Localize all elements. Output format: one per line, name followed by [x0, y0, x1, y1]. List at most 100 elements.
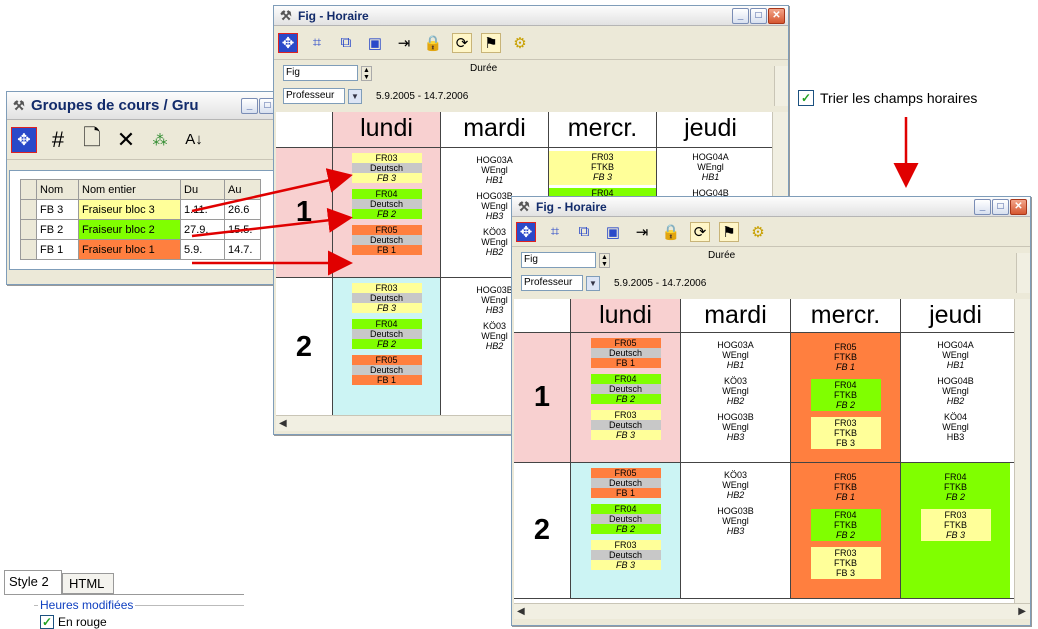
tab-style2[interactable]: Style 2	[4, 570, 62, 594]
minimize-button[interactable]: _	[732, 7, 749, 24]
minimize-button[interactable]: _	[241, 97, 258, 114]
lesson[interactable]: KÖ03 WEngl HB2	[681, 376, 790, 406]
horizontal-scrollbar[interactable]: ◀ ▶	[514, 603, 1030, 619]
table-row[interactable]: FB 2 Fraiseur bloc 2 27.9. 15.5.	[20, 219, 261, 240]
col-nom-entier[interactable]: Nom entier	[78, 179, 181, 200]
lesson-card[interactable]: FR05 Deutsch FB 1	[351, 355, 422, 385]
lesson-card[interactable]: FR04 Deutsch FB 2	[590, 374, 661, 404]
lesson-card[interactable]: FR04 FTKB FB 2	[920, 471, 991, 503]
lesson[interactable]: HOG04B WEngl HB2	[901, 376, 1010, 406]
close-button[interactable]: ✕	[768, 7, 785, 24]
lesson[interactable]: HOG04A WEngl HB1	[657, 151, 764, 185]
day-header[interactable]: jeudi	[656, 112, 764, 147]
lesson-card[interactable]: FR03 FTKB FB 3	[920, 509, 991, 541]
lesson-card[interactable]: FR03 Deutsch FB 3	[590, 410, 661, 440]
cell-lundi[interactable]: FR05 Deutsch FB 1 FR04 Deutsch FB 2 FR03 Deutsc…	[570, 333, 680, 462]
lesson[interactable]: HOG03B WEngl HB3	[681, 412, 790, 442]
arrow-left-icon[interactable]: ◀	[279, 418, 287, 429]
lesson-card[interactable]: FR05 Deutsch FB 1	[351, 225, 422, 255]
copy-icon[interactable]: ⧉	[574, 222, 594, 242]
lesson-card[interactable]: FR03 FTKB FB 3	[810, 417, 881, 449]
window-icon[interactable]: ▣	[365, 33, 385, 53]
col-nom[interactable]: Nom	[36, 179, 79, 200]
day-header[interactable]: lundi	[570, 299, 680, 332]
cell-au[interactable]: 26.6	[224, 199, 261, 220]
cell-du[interactable]: 1.11.	[180, 199, 225, 220]
lesson[interactable]: FR03 FTKB FB 3	[549, 151, 656, 185]
spin-icon[interactable]: ▲ ▼	[599, 252, 610, 268]
day-header[interactable]: lundi	[332, 112, 440, 147]
cell-jeudi[interactable]: FR04 FTKB FB 2 FR03 FTKB FB 3	[900, 463, 1010, 598]
cell-nom-entier[interactable]: Fraiseur bloc 3	[78, 199, 181, 220]
delete-icon[interactable]: ✕	[113, 127, 139, 153]
layout-icon[interactable]: ⌗	[545, 222, 565, 242]
lesson-card[interactable]: FR05 FTKB FB 1	[810, 341, 881, 373]
lesson-card[interactable]: FR05 Deutsch FB 1	[590, 468, 661, 498]
lesson-card[interactable]: FR04 FTKB FB 2	[810, 509, 881, 541]
tool-icon[interactable]: ⟳	[690, 221, 710, 242]
cell-nom[interactable]: FB 3	[36, 199, 79, 220]
scrollbar[interactable]	[774, 66, 788, 106]
grid-icon[interactable]: #	[45, 127, 71, 153]
move-icon[interactable]: ✥	[278, 32, 298, 53]
arrow-left-icon[interactable]: ◀	[517, 606, 525, 617]
day-header[interactable]: mardi	[680, 299, 790, 332]
search-input[interactable]: Fig	[283, 65, 358, 81]
layout-icon[interactable]: ⌗	[307, 33, 327, 53]
maximize-button[interactable]: □	[992, 198, 1009, 215]
cell-mercr[interactable]: FR05 FTKB FB 1 FR04 FTKB FB 2 FR03 FTKB FB 3	[790, 333, 900, 462]
lesson[interactable]: HOG03A WEngl HB1	[441, 155, 548, 185]
cell-nom-entier[interactable]: Fraiseur bloc 2	[78, 219, 181, 240]
minimize-button[interactable]: _	[974, 198, 991, 215]
back-titlebar[interactable]: ⚒ Fig - Horaire _ □ ✕	[274, 6, 788, 26]
checkbox-icon[interactable]: ✓	[798, 90, 814, 106]
exit-icon[interactable]: ⇥	[394, 33, 414, 53]
chevron-down-icon[interactable]: ▼	[348, 88, 362, 104]
day-header[interactable]: mercr.	[548, 112, 656, 147]
cell-mardi[interactable]: HOG03A WEngl HB1 KÖ03 WEngl HB2 HOG03B WEngl HB3	[680, 333, 790, 462]
move-icon[interactable]: ✥	[516, 221, 536, 242]
day-header[interactable]: jeudi	[900, 299, 1010, 332]
search-input[interactable]: Fig	[521, 252, 596, 268]
lesson-card[interactable]: FR05 Deutsch FB 1	[590, 338, 661, 368]
lesson[interactable]: HOG03B WEngl HB3	[681, 506, 790, 536]
lock-icon[interactable]: 🔒	[661, 222, 681, 242]
gears-icon[interactable]: ⚙	[748, 222, 768, 242]
cell-mercr[interactable]: FR05 FTKB FB 1 FR04 FTKB FB 2 FR03 FTKB FB 3	[790, 463, 900, 598]
lesson-card[interactable]: FR03 Deutsch FB 3	[590, 540, 661, 570]
front-titlebar[interactable]: ⚒ Fig - Horaire _ □ ✕	[512, 197, 1030, 217]
sort-option[interactable]: ✓ Trier les champs horaires	[798, 90, 977, 106]
lesson[interactable]: KÖ03 WEngl HB2	[681, 470, 790, 500]
lesson-card[interactable]: FR03 Deutsch FB 3	[351, 283, 422, 313]
day-header[interactable]: mercr.	[790, 299, 900, 332]
checkbox-icon[interactable]: ✓	[40, 615, 54, 629]
lesson-card[interactable]: FR04 Deutsch FB 2	[351, 189, 422, 219]
lesson-card[interactable]: FR04 Deutsch FB 2	[351, 319, 422, 349]
arrow-right-icon[interactable]: ▶	[1018, 604, 1026, 619]
cell-nom[interactable]: FB 1	[36, 239, 79, 260]
cell-lundi[interactable]: FR05 Deutsch FB 1 FR04 Deutsch FB 2 FR03 Deutsc…	[570, 463, 680, 598]
lesson-card[interactable]: FR05 FTKB FB 1	[810, 471, 881, 503]
spin-icon[interactable]: ▲ ▼	[361, 65, 372, 81]
move-icon[interactable]: ✥	[11, 126, 37, 153]
role-select[interactable]: Professeur	[521, 275, 583, 291]
cell-jeudi[interactable]: HOG04A WEngl HB1 HOG04B WEngl HB2 KÖ04 WEngl HB3	[900, 333, 1010, 462]
gears-icon[interactable]: ⚙	[510, 33, 530, 53]
cell-du[interactable]: 5.9.	[180, 239, 225, 260]
table-row[interactable]: FB 1 Fraiseur bloc 1 5.9. 14.7.	[20, 239, 261, 260]
tool-icon[interactable]: ⟳	[452, 32, 472, 53]
cell-du[interactable]: 27.9.	[180, 219, 225, 240]
lesson-card[interactable]: FR04 FTKB FB 2	[810, 379, 881, 411]
close-button[interactable]: ✕	[1010, 198, 1027, 215]
tool-icon[interactable]: ⚑	[719, 221, 739, 242]
new-document-icon[interactable]: 🗋	[79, 125, 105, 153]
exit-icon[interactable]: ⇥	[632, 222, 652, 242]
lesson-card[interactable]: FR04 Deutsch FB 2	[590, 504, 661, 534]
tool-icon[interactable]: ⚑	[481, 32, 501, 53]
sort-az-icon[interactable]: A↓	[181, 127, 207, 153]
filter-icon[interactable]: ⁂	[147, 127, 173, 153]
day-header[interactable]: mardi	[440, 112, 548, 147]
cell-lundi[interactable]: FR03 Deutsch FB 3 FR04 Deutsch FB 2 FR05 Deutsc…	[332, 148, 440, 277]
window-icon[interactable]: ▣	[603, 222, 623, 242]
tab-html[interactable]: HTML	[62, 573, 114, 594]
